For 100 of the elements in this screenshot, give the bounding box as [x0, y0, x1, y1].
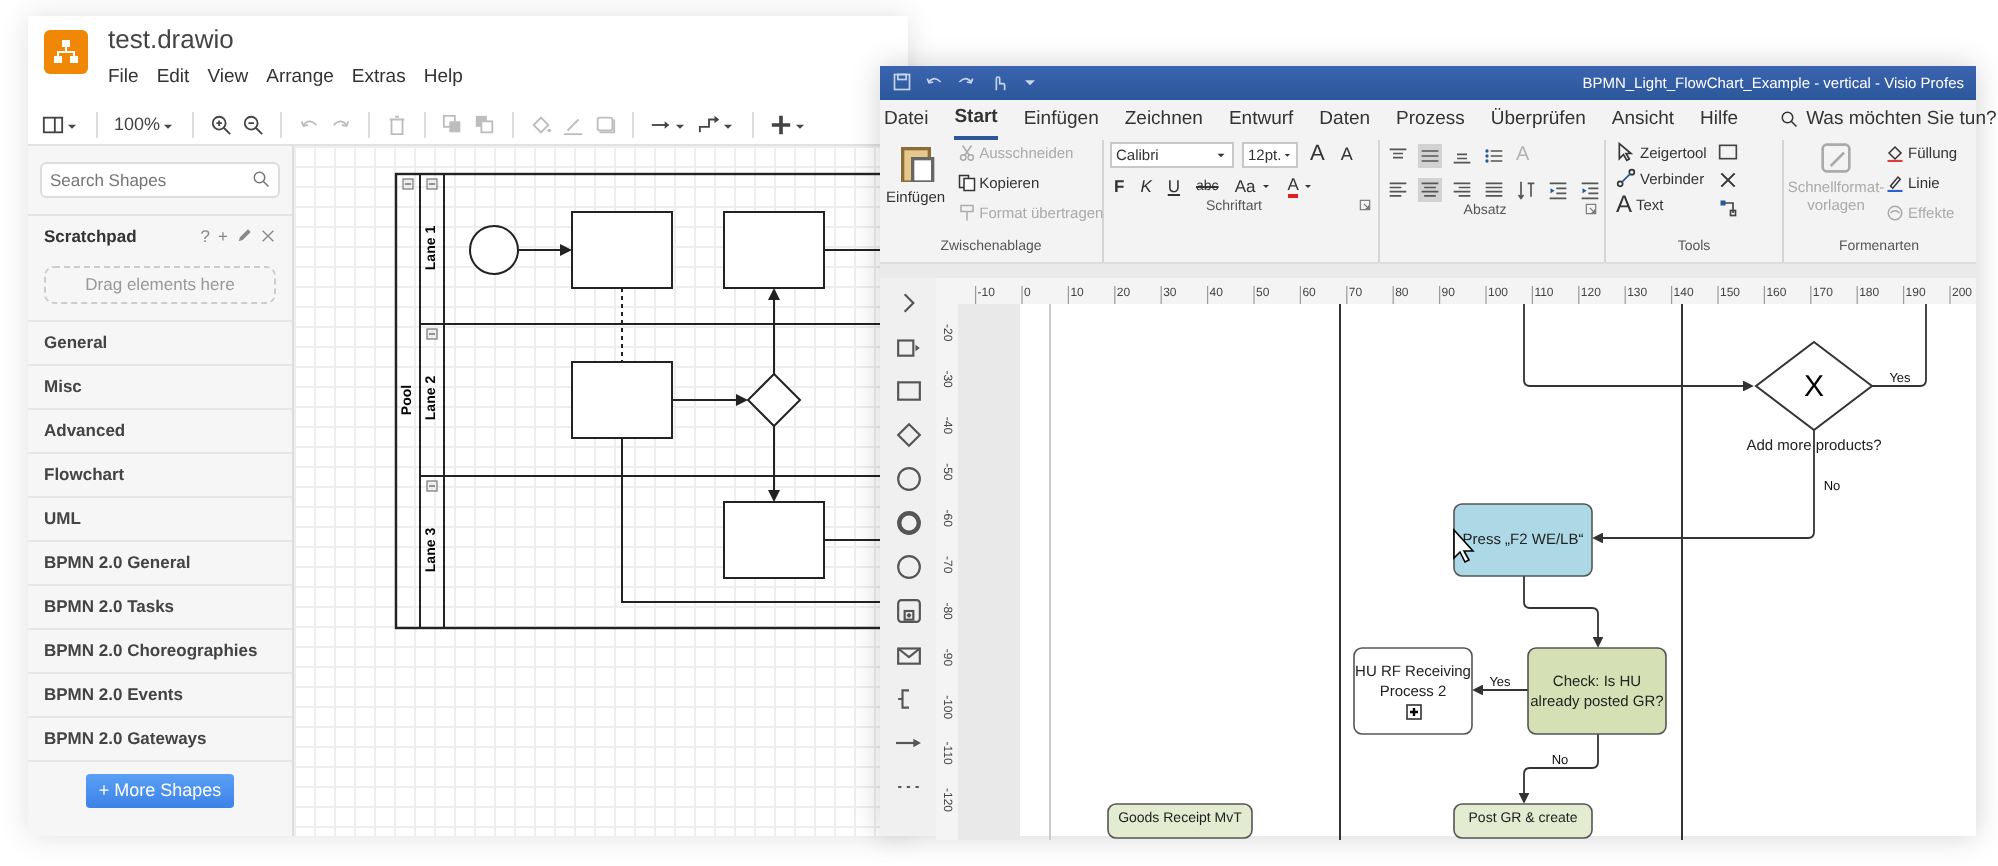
subprocess-shape-icon[interactable]: [895, 597, 921, 624]
menu-item[interactable]: Extras: [351, 64, 406, 93]
task-shape: [571, 360, 673, 439]
align-center-button[interactable]: [1418, 177, 1442, 202]
align-left-icon: [1388, 179, 1408, 200]
indent-more-button[interactable]: [1578, 177, 1602, 202]
collapse-icon[interactable]: [402, 178, 414, 190]
dialog-launcher-icon[interactable]: [1584, 201, 1598, 216]
task-shape: [571, 210, 673, 289]
search-icon[interactable]: [252, 169, 270, 188]
to-front-icon: [442, 114, 465, 137]
zoom-out-button[interactable]: [240, 114, 267, 137]
fill-bucket-icon: [1886, 143, 1904, 162]
app-logo-icon: [44, 30, 88, 74]
shape-library-item[interactable]: BPMN 2.0 Gateways: [28, 717, 292, 762]
underline-button[interactable]: U: [1163, 175, 1185, 198]
shape-library-item[interactable]: General: [28, 321, 292, 366]
italic-button[interactable]: K: [1136, 175, 1156, 198]
task-shape: [1453, 802, 1593, 838]
shape-library-item[interactable]: BPMN 2.0 General: [28, 541, 292, 586]
shape-library-item[interactable]: UML: [28, 497, 292, 542]
insert-icon: [770, 114, 793, 137]
menu-item[interactable]: Arrange: [266, 64, 334, 93]
indent-less-button[interactable]: [1546, 177, 1570, 202]
diamond-shape-icon[interactable]: [895, 421, 921, 448]
rectangle-tool-icon[interactable]: [1718, 141, 1739, 162]
sequence-flow-arrow: [1472, 683, 1529, 695]
ribbon-tab[interactable]: Entwurf: [1228, 101, 1294, 139]
ribbon-tab[interactable]: Überprüfen: [1490, 101, 1586, 139]
align-middle-icon: [1420, 145, 1440, 166]
format-panel-icon: [42, 114, 64, 137]
dialog-launcher-icon[interactable]: [1358, 197, 1372, 212]
connection-point-icon[interactable]: [1718, 197, 1739, 218]
shape-library-item[interactable]: BPMN 2.0 Tasks: [28, 585, 292, 630]
justify-icon: [1484, 179, 1504, 200]
collapse-icon[interactable]: [426, 328, 438, 340]
justify-button[interactable]: [1482, 177, 1506, 202]
ribbon-tab[interactable]: Ansicht: [1611, 101, 1675, 139]
file-title: test.drawio: [108, 24, 236, 56]
save-icon[interactable]: [892, 72, 912, 93]
close-icon[interactable]: [1718, 169, 1739, 190]
align-middle-button[interactable]: [1418, 143, 1442, 168]
zoom-out-icon: [242, 114, 265, 137]
zoom-in-button[interactable]: [208, 114, 235, 137]
shape-library-item[interactable]: Advanced: [28, 409, 292, 454]
shrink-font-button[interactable]: A: [1336, 143, 1357, 166]
shape-library-item[interactable]: Misc: [28, 365, 292, 410]
indent-more-icon: [1580, 179, 1600, 200]
ribbon-tab[interactable]: Einfügen: [1023, 101, 1099, 139]
gateway-shape: [1754, 339, 1874, 431]
rectangle-shape-icon[interactable]: [895, 377, 921, 404]
ribbon-tab[interactable]: Prozess: [1396, 101, 1465, 139]
menu-item[interactable]: Help: [423, 64, 463, 93]
fill-icon: [530, 114, 553, 137]
shape-library-item[interactable]: BPMN 2.0 Choreographies: [28, 629, 292, 674]
align-right-icon: [1452, 179, 1472, 200]
align-left-button[interactable]: [1386, 177, 1410, 202]
shape-library-item[interactable]: Flowchart: [28, 453, 292, 498]
zoom-in-icon: [210, 114, 233, 137]
indent-less-icon: [1548, 179, 1568, 200]
start-event-shape: [469, 224, 519, 275]
connector-arrow: [517, 243, 572, 256]
edit-icon[interactable]: [236, 228, 252, 245]
shadow-icon: [594, 114, 617, 137]
grow-font-button[interactable]: A: [1306, 143, 1329, 166]
bullets-button[interactable]: [1482, 143, 1506, 168]
bold-button[interactable]: F: [1110, 175, 1129, 198]
shape-library-item[interactable]: BPMN 2.0 Events: [28, 673, 292, 718]
paint-brush-icon: [957, 203, 976, 222]
pen-icon: [1886, 173, 1904, 192]
menu-item[interactable]: View: [207, 64, 249, 93]
menu-item[interactable]: Edit: [156, 64, 190, 93]
tell-me-field[interactable]: Was möchten Sie tun?: [1780, 105, 1997, 135]
ribbon-tab[interactable]: Daten: [1319, 101, 1371, 139]
circle-shape-icon[interactable]: [895, 509, 921, 536]
menu-item[interactable]: File: [108, 64, 139, 93]
circle-shape-icon[interactable]: [895, 465, 921, 492]
case-button[interactable]: Aa: [1230, 175, 1276, 198]
ribbon-tab[interactable]: Zeichnen: [1124, 101, 1203, 139]
collapse-icon[interactable]: [426, 480, 438, 492]
effects-icon: [1886, 203, 1904, 222]
zoom-level-button[interactable]: 100%: [112, 112, 179, 140]
search-field[interactable]: Search Shapes: [40, 161, 280, 198]
message-shape-icon[interactable]: [895, 641, 921, 668]
collapse-icon[interactable]: [426, 178, 438, 190]
stencil-icon[interactable]: [895, 333, 921, 360]
color-button[interactable]: A: [1283, 175, 1319, 198]
connector-arrow: [671, 393, 748, 406]
ribbon-tab[interactable]: Hilfe: [1700, 101, 1739, 139]
text-direction-button[interactable]: [1514, 177, 1538, 202]
ribbon-tab[interactable]: Datei: [884, 101, 929, 139]
gateway-shape: [746, 372, 802, 428]
text-direction-icon: [1516, 179, 1536, 200]
caret-icon: [1259, 180, 1272, 193]
drop-zone: Drag elements here: [44, 265, 276, 304]
sequence-flow-line: [1871, 302, 1927, 386]
circle-shape-icon[interactable]: [895, 553, 921, 580]
subprocess-shape: [1353, 646, 1473, 734]
copy-icon: [957, 173, 976, 192]
align-right-button[interactable]: [1450, 177, 1474, 202]
